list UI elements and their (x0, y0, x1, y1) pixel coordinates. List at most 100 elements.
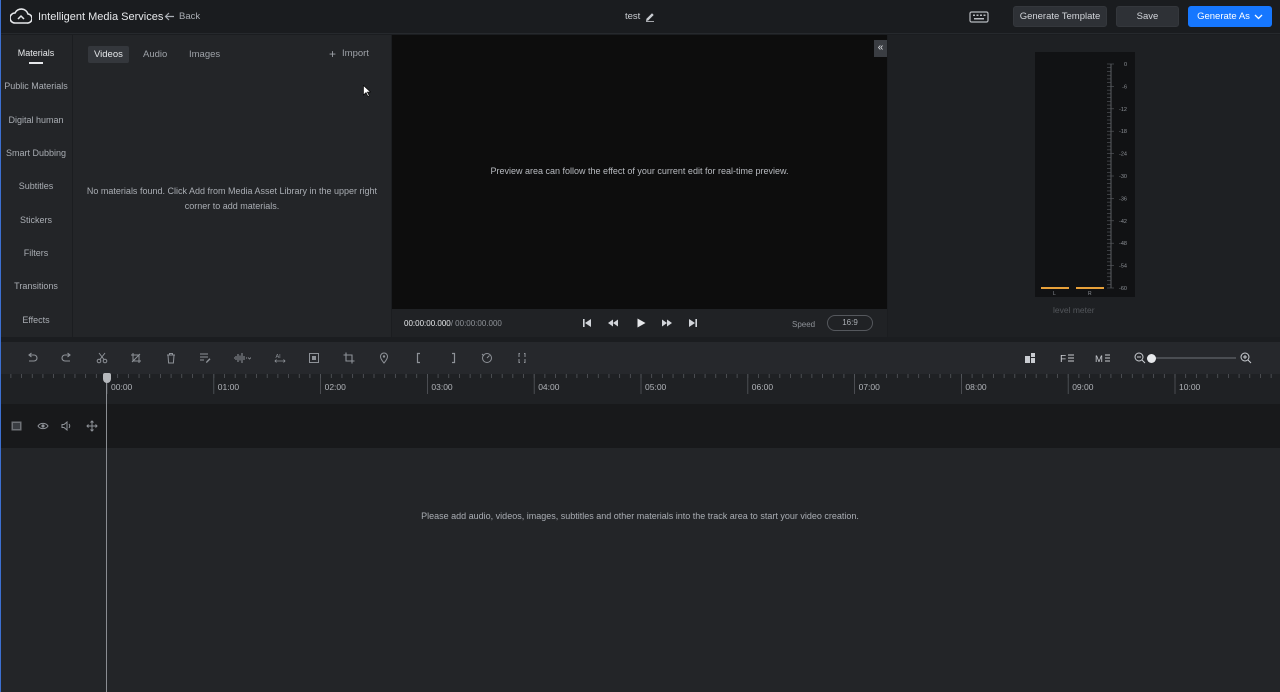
subtitle-format-icon[interactable]: F (1060, 352, 1074, 364)
arrow-left-icon (164, 12, 174, 21)
speed-change-icon[interactable] (481, 352, 493, 364)
zoom-in-icon[interactable] (1240, 352, 1252, 364)
sidebar-item-transitions[interactable]: Transitions (0, 281, 72, 291)
preview-area: Preview area can follow the effect of yo… (392, 35, 887, 309)
ruler-time-label: 05:00 (645, 382, 667, 392)
ai-subtitle-icon[interactable]: AI (274, 352, 286, 364)
sidebar-item-public-materials[interactable]: Public Materials (0, 81, 72, 91)
skip-to-start-icon[interactable] (581, 317, 593, 329)
speaker-volume-icon[interactable] (61, 421, 73, 431)
mark-in-bracket-icon[interactable] (413, 352, 425, 364)
meter-scale-label: 0 (1124, 62, 1127, 68)
generate-template-button[interactable]: Generate Template (1013, 6, 1107, 27)
tab-audio[interactable]: Audio (137, 46, 173, 63)
speed-label[interactable]: Speed (792, 320, 815, 329)
left-channel-level (1041, 287, 1069, 289)
chevron-down-icon (1254, 14, 1263, 19)
ruler-time-label: 03:00 (431, 382, 453, 392)
zoom-out-icon[interactable] (1134, 352, 1146, 364)
zoom-slider-handle[interactable] (1147, 354, 1156, 363)
timeline-ruler[interactable]: 00:00 01:00 02:00 03:00 04:00 05:00 06:00 07:00… (0, 374, 1280, 404)
left-channel-label: L (1053, 291, 1056, 297)
meter-scale-label: -48 (1119, 241, 1127, 247)
eye-visibility-icon[interactable] (37, 421, 49, 431)
sidebar-item-materials[interactable]: Materials (0, 48, 72, 58)
back-label: Back (179, 11, 201, 22)
timeline-toolbar: AI F M (0, 342, 1280, 374)
document-title-text: test (625, 11, 641, 22)
mouse-cursor-icon (363, 85, 371, 97)
sidebar-item-digital-human[interactable]: Digital human (0, 115, 72, 125)
level-meter-graphic: 0 -6 -12 -18 -24 -30 -36 -42 -48 -54 -60 L R (1041, 62, 1127, 297)
sidebar-item-effects[interactable]: Effects (0, 315, 72, 325)
track-empty-message: Please add audio, videos, images, subtit… (421, 511, 859, 521)
delete-trash-icon[interactable] (165, 352, 177, 364)
ruler-time-label: 06:00 (751, 382, 774, 392)
crop-icon[interactable] (343, 352, 355, 364)
ruler-time-label: 10:00 (1179, 382, 1201, 392)
track-header-row (0, 404, 1280, 448)
tab-videos[interactable]: Videos (88, 46, 129, 63)
save-button[interactable]: Save (1116, 6, 1179, 27)
link-clips-icon[interactable] (516, 352, 528, 364)
materials-empty-message: No materials found. Click Add from Media… (73, 184, 391, 214)
sidebar-item-smart-dubbing[interactable]: Smart Dubbing (0, 148, 72, 158)
playback-controls: 00:00:00.000/ 00:00:00.000 Speed 16:9 (392, 309, 887, 337)
play-icon[interactable] (635, 317, 647, 329)
audio-waveform-icon[interactable] (233, 352, 251, 364)
sidebar-item-subtitles[interactable]: Subtitles (0, 181, 72, 191)
collapse-panel-button[interactable]: « (874, 40, 887, 57)
import-button[interactable]: + Import (329, 46, 369, 61)
meter-scale-label: -30 (1119, 174, 1127, 180)
track-manager-icon[interactable]: M (1095, 352, 1110, 364)
meter-scale-label: -24 (1119, 152, 1127, 158)
marker-pin-icon[interactable] (378, 352, 390, 364)
import-label: Import (342, 48, 369, 59)
cloud-logo-icon (10, 8, 32, 24)
track-thumbnail-icon[interactable] (11, 421, 22, 431)
sidebar-item-stickers[interactable]: Stickers (0, 215, 72, 225)
trim-icon[interactable] (130, 352, 142, 364)
rewind-icon[interactable] (607, 317, 619, 329)
generate-as-label: Generate As (1197, 11, 1250, 22)
move-track-icon[interactable] (86, 420, 98, 432)
aspect-ratio-button[interactable]: 16:9 (827, 315, 873, 331)
document-title[interactable]: test (625, 11, 655, 22)
meter-scale-label: -60 (1119, 286, 1127, 292)
zoom-slider[interactable] (1150, 357, 1236, 359)
freeze-frame-icon[interactable] (308, 352, 320, 364)
preview-message: Preview area can follow the effect of yo… (490, 166, 789, 176)
playhead-handle[interactable] (103, 373, 111, 383)
empty-message-line2: corner to add materials. (184, 201, 280, 211)
active-tab-indicator (29, 62, 43, 64)
window-edge (0, 0, 1, 692)
left-sidebar: Materials Public Materials Digital human… (0, 35, 72, 337)
split-scissors-icon[interactable] (96, 352, 108, 364)
keyboard-icon[interactable] (969, 10, 989, 24)
back-button[interactable]: Back (164, 11, 200, 22)
svg-text:F: F (1060, 354, 1066, 364)
ruler-time-label: 04:00 (538, 382, 560, 392)
text-edit-icon[interactable] (199, 352, 211, 364)
generate-template-label: Generate Template (1019, 11, 1101, 22)
meter-scale-label: -6 (1122, 84, 1127, 90)
sidebar-item-filters[interactable]: Filters (0, 248, 72, 258)
svg-text:M: M (1095, 354, 1103, 364)
redo-icon[interactable] (61, 352, 73, 364)
layout-grid-icon[interactable] (1024, 352, 1036, 364)
edit-pencil-icon[interactable] (645, 12, 655, 22)
materials-panel: Videos Audio Images + Import No material… (73, 35, 391, 337)
level-meter: 0 -6 -12 -18 -24 -30 -36 -42 -48 -54 -60 L R (1035, 52, 1135, 297)
current-time: 00:00:00.000 (404, 319, 451, 328)
track-area[interactable]: Please add audio, videos, images, subtit… (0, 448, 1280, 692)
generate-as-button[interactable]: Generate As (1188, 6, 1272, 27)
app-title: Intelligent Media Services (38, 11, 164, 23)
undo-icon[interactable] (26, 352, 38, 364)
total-time: / 00:00:00.000 (450, 319, 502, 328)
playhead-line[interactable] (106, 376, 107, 692)
mark-out-bracket-icon[interactable] (447, 352, 459, 364)
skip-to-end-icon[interactable] (687, 317, 699, 329)
plus-icon: + (329, 46, 337, 61)
fast-forward-icon[interactable] (661, 317, 673, 329)
tab-images[interactable]: Images (183, 46, 226, 63)
